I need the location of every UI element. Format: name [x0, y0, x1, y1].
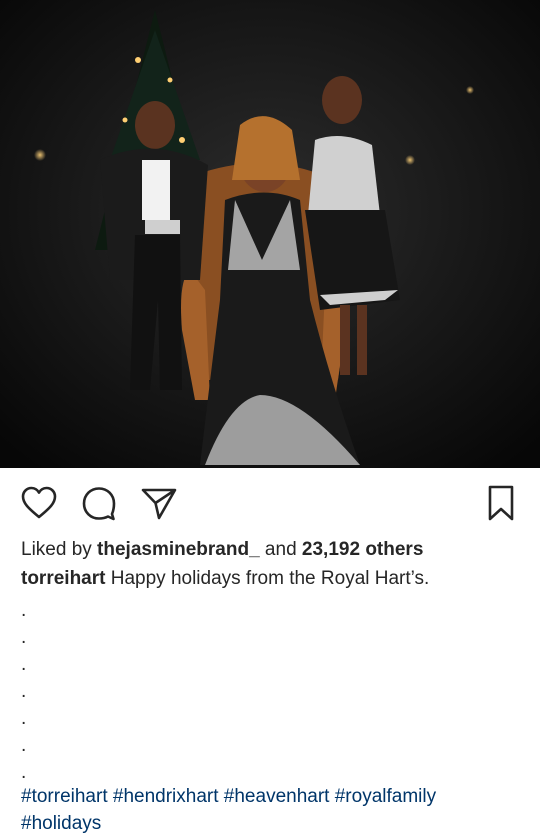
speech-bubble-icon[interactable]: [80, 484, 118, 522]
hashtag-link[interactable]: #torreihart: [21, 786, 108, 807]
caption-dot: .: [21, 654, 27, 675]
paper-plane-icon[interactable]: [140, 484, 178, 522]
likes-middle: and: [259, 539, 302, 560]
caption-dot: .: [21, 600, 27, 621]
post-photo-illustration: [0, 0, 540, 468]
caption-dot: .: [21, 735, 27, 756]
caption-dot: .: [21, 708, 27, 729]
caption-username[interactable]: torreihart: [21, 568, 105, 589]
hashtag-link[interactable]: #hendrixhart: [113, 786, 219, 807]
post-actions-bar: [0, 468, 540, 538]
likes-summary: Liked by thejasminebrand_ and 23,192 oth…: [21, 538, 423, 562]
caption-hashtags: #torreihart #hendrixhart #heavenhart #ro…: [21, 783, 521, 837]
heart-icon[interactable]: [20, 484, 58, 522]
caption-dot: .: [21, 762, 27, 783]
likes-count[interactable]: 23,192 others: [302, 539, 423, 560]
caption-dot: .: [21, 681, 27, 702]
caption-dot: .: [21, 627, 27, 648]
post-caption: torreihart Happy holidays from the Royal…: [21, 567, 429, 591]
bookmark-icon[interactable]: [482, 484, 520, 522]
caption-dot-lines: . . . . . . .: [21, 597, 61, 786]
hashtag-link[interactable]: #heavenhart: [224, 786, 330, 807]
hashtag-link[interactable]: #royalfamily: [335, 786, 436, 807]
hashtag-link[interactable]: #holidays: [21, 813, 101, 834]
likes-prefix: Liked by: [21, 539, 98, 560]
post-photo[interactable]: [0, 0, 540, 468]
caption-text: Happy holidays from the Royal Hart’s.: [105, 568, 430, 589]
liked-by-username[interactable]: thejasminebrand_: [97, 539, 260, 560]
